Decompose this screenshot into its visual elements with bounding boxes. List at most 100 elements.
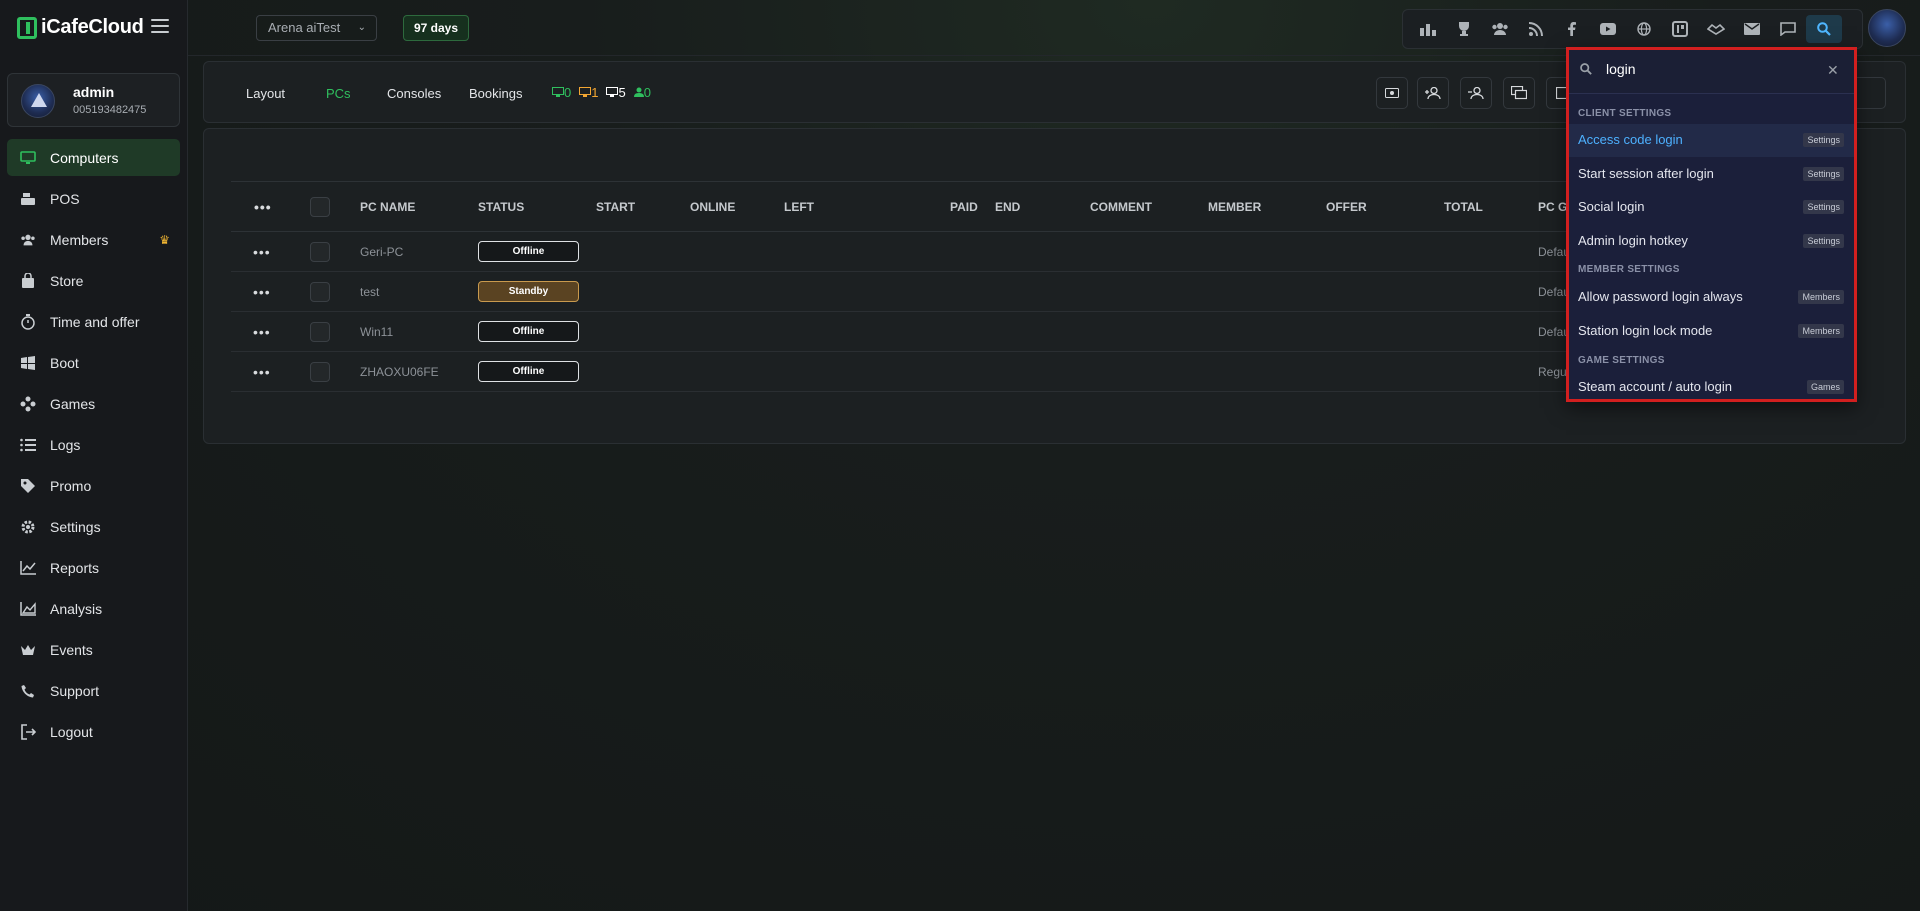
more-dots-icon[interactable]: ••• [254,199,272,215]
sidebar-item-reports[interactable]: Reports [7,549,180,586]
row-menu-icon[interactable]: ••• [253,284,271,300]
remove-member-button[interactable] [1460,77,1492,109]
table-row[interactable]: ••• Geri-PC Offline Defau [231,231,1631,272]
result-label: Station login lock mode [1578,323,1713,338]
icafe-logo-icon[interactable] [1662,15,1698,43]
computers-table: ••• PC NAME STATUS START ONLINE LEFT PAI… [231,181,1631,392]
result-station-login-lock-mode[interactable]: Station login lock mode Members [1569,315,1854,348]
online-count: 0 [552,85,571,100]
sidebar-item-time-and-offer[interactable]: Time and offer [7,303,180,340]
result-start-session-after-login[interactable]: Start session after login Settings [1569,158,1854,191]
result-label: Access code login [1578,132,1683,147]
row-menu-header[interactable]: ••• [231,181,310,232]
result-tag: Members [1798,324,1844,338]
col-start[interactable]: START [596,181,690,232]
row-checkbox[interactable] [310,281,330,302]
pc-name-cell: ZHAOXU06FE [360,351,478,392]
close-icon[interactable]: ✕ [1827,62,1839,79]
handshake-icon[interactable] [1698,15,1734,43]
monitor-icon [20,150,36,166]
col-online[interactable]: ONLINE [690,181,784,232]
col-comment[interactable]: COMMENT [1090,181,1208,232]
sidebar-item-store[interactable]: Store [7,262,180,299]
tab-bookings[interactable]: Bookings [469,86,522,101]
user-avatar[interactable] [1868,9,1906,47]
sidebar-item-boot[interactable]: Boot [7,344,180,381]
result-steam-account-auto-login[interactable]: Steam account / auto login Games [1569,371,1854,404]
trophy-icon[interactable] [1446,15,1482,43]
sidebar-item-promo[interactable]: Promo [7,467,180,504]
sidebar-item-pos[interactable]: POS [7,180,180,217]
mail-icon[interactable] [1734,15,1770,43]
branch-select-value: Arena aiTest [268,20,341,35]
search-icon[interactable] [1806,15,1842,43]
result-access-code-login[interactable]: Access code login Settings [1569,124,1854,157]
table-row[interactable]: ••• ZHAOXU06FE Offline Regul [231,351,1631,392]
tab-layout[interactable]: Layout [246,86,285,101]
sidebar-item-analysis[interactable]: Analysis [7,590,180,627]
cash-icon [1385,88,1399,98]
youtube-icon[interactable] [1590,15,1626,43]
sidebar-item-support[interactable]: Support [7,672,180,709]
gamepad-icon [20,396,36,412]
row-menu-icon[interactable]: ••• [253,364,271,380]
col-left[interactable]: LEFT [784,181,950,232]
sidebar-item-games[interactable]: Games [7,385,180,422]
chat-icon[interactable] [1770,15,1806,43]
search-input[interactable] [1606,61,1806,77]
select-all-header[interactable] [310,181,360,232]
sidebar-item-events[interactable]: Events [7,631,180,668]
add-member-button[interactable] [1417,77,1449,109]
result-label: Social login [1578,199,1645,214]
col-member[interactable]: MEMBER [1208,181,1326,232]
result-allow-password-login-always[interactable]: Allow password login always Members [1569,281,1854,314]
app-logo[interactable]: iCafeCloud [17,16,144,39]
row-checkbox[interactable] [310,241,330,262]
result-admin-login-hotkey[interactable]: Admin login hotkey Settings [1569,225,1854,258]
cash-button[interactable] [1376,77,1408,109]
profile-id: 005193482475 [73,104,147,116]
sidebar-item-members[interactable]: Members ♛ [7,221,180,258]
col-end[interactable]: END [995,181,1090,232]
tab-consoles[interactable]: Consoles [387,86,441,101]
table-row[interactable]: ••• Win11 Offline Defau [231,311,1631,352]
sidebar-item-logout[interactable]: Logout [7,713,180,750]
col-paid[interactable]: PAID [950,181,995,232]
table-row[interactable]: ••• test Standby Defau [231,271,1631,312]
sidebar-item-logs[interactable]: Logs [7,426,180,463]
col-pc-name[interactable]: PC NAME [360,181,478,232]
col-offer[interactable]: OFFER [1326,181,1444,232]
sidebar: iCafeCloud admin 005193482475 Computers … [0,0,188,911]
status-badge: Offline [478,241,579,262]
branch-select[interactable]: Arena aiTest ⌄ [256,15,377,41]
tab-pcs[interactable]: PCs [326,86,351,101]
col-total[interactable]: TOTAL [1444,181,1538,232]
status-badge: Offline [478,321,579,342]
result-social-login[interactable]: Social login Settings [1569,191,1854,224]
select-all-checkbox[interactable] [310,196,330,217]
profile-card[interactable]: admin 005193482475 [7,73,180,127]
stopwatch-icon [20,313,36,330]
row-checkbox[interactable] [310,321,330,342]
result-tag: Members [1798,290,1844,304]
menu-toggle-icon[interactable] [151,19,169,33]
sidebar-item-computers[interactable]: Computers [7,139,180,176]
sidebar-item-label: Settings [50,518,101,535]
sidebar-item-label: Promo [50,477,92,494]
row-menu-icon[interactable]: ••• [253,244,271,260]
sidebar-item-settings[interactable]: Settings [7,508,180,545]
remote-desktop-button[interactable] [1503,77,1535,109]
row-checkbox[interactable] [310,361,330,382]
gear-icon [20,519,36,535]
screens-icon [1511,86,1527,100]
user-plus-icon [1425,87,1441,99]
globe-icon[interactable] [1626,15,1662,43]
team-icon[interactable] [1482,15,1518,43]
facebook-icon[interactable] [1554,15,1590,43]
row-menu-icon[interactable]: ••• [253,324,271,340]
pc-name-cell: Win11 [360,311,478,352]
leaderboard-icon[interactable] [1410,15,1446,43]
col-status[interactable]: STATUS [478,181,596,232]
rss-icon[interactable] [1518,15,1554,43]
sidebar-item-label: Store [50,272,84,289]
